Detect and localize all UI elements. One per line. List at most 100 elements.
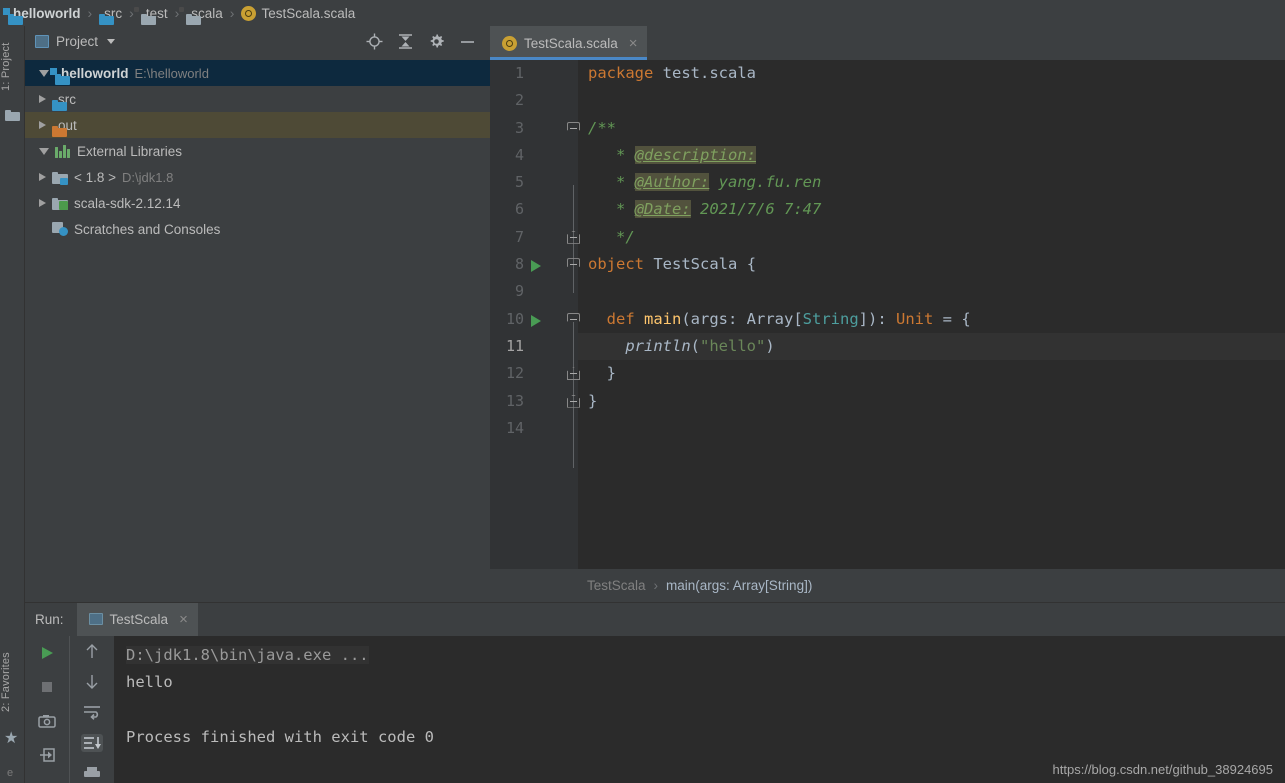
code-line: /** (588, 118, 616, 137)
code-line: * @description: (588, 145, 756, 164)
dump-threads-camera-icon[interactable] (36, 710, 58, 732)
idea-window: helloworld › src › test › scala › TestSc… (0, 0, 1285, 783)
tree-node-jdk[interactable]: < 1.8 > D:\jdk1.8 (25, 164, 490, 190)
locate-target-icon[interactable] (366, 33, 383, 50)
code-line: * @Author: yang.fu.ren (588, 173, 822, 192)
tree-node-out[interactable]: out (25, 112, 490, 138)
stop-square-icon[interactable] (36, 676, 58, 698)
code-editor[interactable]: package test.scala /** * @description: *… (578, 60, 1285, 569)
scroll-to-end-icon[interactable] (80, 733, 103, 753)
breadcrumb-item-scala[interactable]: scala (179, 6, 223, 21)
gutter-line[interactable]: 14 (490, 415, 578, 442)
collapse-all-icon[interactable] (397, 33, 414, 50)
run-tool-window: Run: TestScala × D:\jdk1.8\bin\java.exe … (25, 602, 1285, 783)
code-viewport: 1 2 3 4 5 6 7 8 9 10 11 12 13 14 package… (490, 60, 1285, 569)
star-icon[interactable]: ★ (4, 731, 18, 747)
gutter-line[interactable]: 4 (490, 142, 578, 169)
folder-icon[interactable] (5, 109, 20, 121)
jdk-icon (52, 171, 68, 185)
tree-node-helloworld[interactable]: helloworld E:\helloworld (25, 60, 490, 86)
run-panel-label: Run: (35, 611, 64, 627)
tree-node-path: D:\jdk1.8 (122, 169, 174, 185)
editor-tab-testscala[interactable]: TestScala.scala × (490, 26, 647, 60)
scala-object-icon (241, 5, 257, 21)
breadcrumb-item-test[interactable]: test (133, 6, 168, 21)
console-line: D:\jdk1.8\bin\java.exe ... (126, 646, 369, 664)
breadcrumb-separator: › (229, 5, 235, 21)
console-line: Process finished with exit code 0 (126, 727, 434, 746)
tree-node-scratches[interactable]: Scratches and Consoles (25, 216, 490, 242)
gutter-line[interactable]: 9 (490, 278, 578, 305)
chevron-right-icon[interactable] (39, 199, 46, 207)
run-toolbar-left-column (25, 636, 69, 783)
breadcrumb-separator: › (87, 5, 93, 21)
sidebar-tab-project[interactable]: 1: Project (0, 32, 25, 102)
breadcrumb-parent[interactable]: TestScala (587, 578, 646, 593)
tree-node-external-libraries[interactable]: External Libraries (25, 138, 490, 164)
scala-sdk-icon (52, 197, 68, 210)
breadcrumb-item-src[interactable]: src (99, 6, 122, 21)
code-line: println("hello") (578, 332, 1285, 361)
editor-area: TestScala.scala × 1 2 3 4 5 6 7 8 9 10 1… (490, 26, 1285, 602)
code-line: } (588, 391, 598, 410)
gutter-line[interactable]: 12 (490, 360, 580, 387)
run-toolbar (25, 636, 114, 783)
gutter-line[interactable]: 10 (490, 306, 580, 333)
breadcrumb-item-file[interactable]: TestScala.scala (241, 5, 356, 21)
run-gutter-icon[interactable] (531, 260, 541, 273)
tree-node-label: External Libraries (77, 143, 183, 159)
close-icon[interactable]: × (179, 612, 188, 627)
run-tab-label: TestScala (109, 611, 169, 627)
chevron-down-icon[interactable] (107, 38, 116, 44)
code-line: def main(args: Array[String]): Unit = { (606, 309, 971, 328)
scratches-icon (52, 222, 68, 236)
gutter-line[interactable]: 5 (490, 169, 578, 196)
chevron-right-icon[interactable] (39, 95, 46, 103)
minimize-icon[interactable] (459, 33, 476, 50)
editor-tab-bar: TestScala.scala × (490, 26, 1285, 60)
gutter-line[interactable]: 7 (490, 224, 580, 251)
chevron-down-icon[interactable] (39, 147, 49, 155)
breadcrumb-label: TestScala.scala (261, 5, 356, 21)
project-panel-toolbar (366, 33, 484, 50)
editor-tab-label: TestScala.scala (524, 35, 618, 51)
breadcrumb-item-helloworld[interactable]: helloworld (3, 6, 81, 21)
watermark-text: https://blog.csdn.net/github_38924695 (1052, 762, 1273, 777)
print-icon[interactable] (81, 764, 103, 783)
gutter-line[interactable]: 13 (490, 388, 580, 415)
gutter-line[interactable]: 1 (490, 60, 578, 87)
tree-node-path: E:\helloworld (134, 65, 209, 81)
run-gutter-icon[interactable] (531, 314, 541, 327)
breadcrumb-current[interactable]: main(args: Array[String]) (666, 578, 812, 593)
tree-node-src[interactable]: src (25, 86, 490, 112)
soft-wrap-icon[interactable] (81, 703, 103, 722)
chevron-right-icon[interactable] (39, 173, 46, 181)
tree-node-scala-sdk[interactable]: scala-sdk-2.12.14 (25, 190, 490, 216)
left-tool-window-bar: 1: Project 2: Favorites ★ e (0, 26, 25, 783)
rerun-play-icon[interactable] (36, 642, 58, 664)
settings-gear-icon[interactable] (428, 33, 445, 50)
project-tree: helloworld E:\helloworld src out Externa… (25, 56, 490, 602)
chevron-right-icon[interactable] (39, 121, 46, 129)
gutter-line[interactable]: 8 (490, 251, 580, 278)
chevron-down-icon[interactable] (39, 69, 49, 77)
close-icon[interactable]: × (629, 36, 638, 51)
code-line: package test.scala (588, 64, 756, 82)
gutter-line[interactable]: 2 (490, 87, 578, 114)
up-arrow-icon[interactable] (81, 642, 103, 661)
run-tab-testscala[interactable]: TestScala × (76, 602, 198, 636)
project-panel-title: Project (56, 33, 99, 49)
export-login-icon[interactable] (36, 744, 58, 766)
code-line: * @Date: 2021/7/6 7:47 (588, 200, 822, 219)
run-console-output[interactable]: D:\jdk1.8\bin\java.exe ... hello Process… (114, 636, 1285, 783)
tree-node-label: < 1.8 > (74, 169, 117, 185)
gutter-line[interactable]: 3 (490, 115, 580, 142)
sidebar-tab-favorites[interactable]: 2: Favorites (0, 639, 25, 725)
gutter-line[interactable]: 11 (490, 333, 578, 360)
down-arrow-icon[interactable] (81, 673, 103, 692)
editor-gutter: 1 2 3 4 5 6 7 8 9 10 11 12 13 14 (490, 60, 580, 569)
tree-node-label: scala-sdk-2.12.14 (74, 195, 181, 211)
gutter-line[interactable]: 6 (490, 196, 578, 223)
